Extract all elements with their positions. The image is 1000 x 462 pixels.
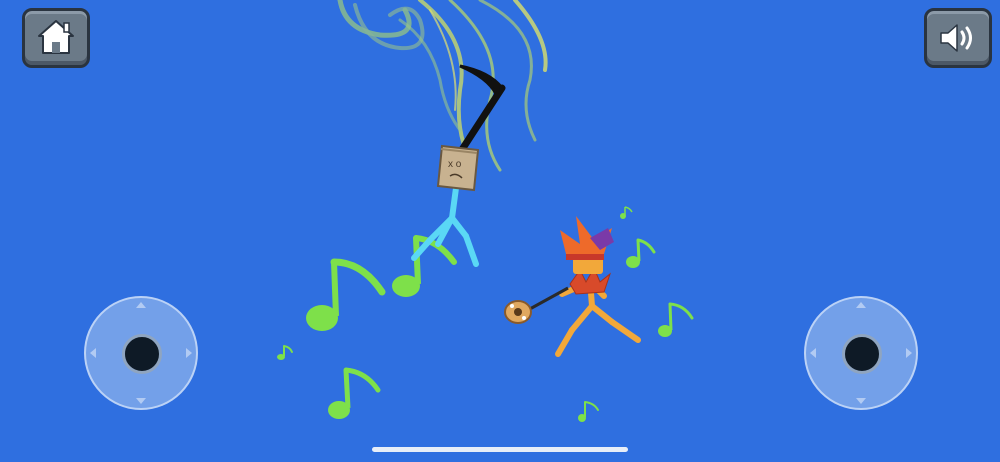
- home-button[interactable]: [22, 8, 90, 68]
- arrow-up-icon: [136, 302, 146, 308]
- arrow-down-icon: [856, 398, 866, 404]
- music-note-icon: [620, 206, 633, 219]
- music-note-icon: [328, 367, 381, 419]
- arrow-down-icon: [136, 398, 146, 404]
- arrow-left-icon: [90, 348, 96, 358]
- arrow-up-icon: [856, 302, 866, 308]
- joystick-knob[interactable]: [842, 334, 882, 374]
- joystick-knob[interactable]: [122, 334, 162, 374]
- music-note-icon: [277, 345, 293, 360]
- paper-bag-head: x o: [436, 144, 480, 192]
- sound-button[interactable]: [924, 8, 992, 68]
- home-icon: [38, 20, 74, 54]
- svg-text:x o: x o: [448, 159, 462, 170]
- swirl-effect: [337, 0, 548, 172]
- music-notes: [277, 206, 694, 422]
- music-note-icon: [658, 302, 694, 337]
- speaker-icon: [940, 24, 972, 52]
- home-indicator-bar[interactable]: [372, 447, 628, 452]
- guitar-item: [504, 286, 569, 324]
- music-note-icon: [578, 401, 599, 422]
- arrow-right-icon: [906, 348, 912, 358]
- left-joystick[interactable]: [84, 296, 198, 410]
- jester-stickman: [504, 216, 641, 357]
- music-note-icon: [306, 258, 386, 331]
- arrow-right-icon: [186, 348, 192, 358]
- arrow-left-icon: [810, 348, 816, 358]
- jester-hat: [560, 216, 614, 260]
- right-joystick[interactable]: [804, 296, 918, 410]
- music-note-icon: [626, 238, 656, 268]
